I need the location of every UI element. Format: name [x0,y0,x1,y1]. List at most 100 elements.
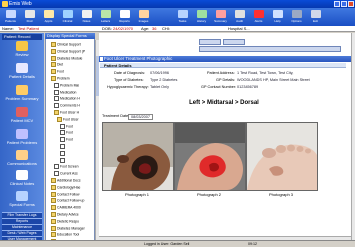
address-value: 1 Test Road, Test Town, Test City, [237,71,294,75]
tree-item[interactable]: Dietetic Respo [46,218,79,224]
tree-item[interactable]: Problem [46,76,70,81]
tree-item[interactable]: Contact Follow-up [46,198,84,204]
tree-item[interactable]: Comments H [46,103,80,109]
patient-mcv-icon [16,107,28,117]
nav-item-patient-problems[interactable]: Patient Problems [2,129,42,145]
nav-item-label: Patient Problems [6,140,38,145]
nav-item-special-forms[interactable]: Special Forms [2,191,42,207]
tree-item-label: Clinical Support [57,42,81,47]
review-icon [16,41,28,51]
nav-item-label: Patient MCV [10,118,34,123]
status-time: 09:12 [248,242,257,246]
toolbar-button-label: Letters [100,19,111,23]
tree-item[interactable]: Problem Mai [46,82,80,88]
tree-item[interactable] [46,144,66,149]
toolbar-button-label: History [196,19,207,23]
tree-item[interactable]: Foot Ulcer [46,116,79,122]
tree-item[interactable]: Medication [46,89,76,95]
tree-item[interactable]: Cardiology/Hae [46,184,80,190]
tree-item[interactable] [46,157,66,163]
folder-icon [51,205,56,211]
tree-item[interactable]: Foot [46,130,73,136]
summary-icon [215,10,226,18]
patient-name-label: Name: [2,26,14,31]
nav-item-clinical-notes[interactable]: Clinical Notes [2,170,42,186]
tree-item-label: Problem [57,76,70,81]
hospital-label: Hospital S... [228,26,250,31]
toolbar-reports-button[interactable]: Reports [116,9,133,25]
folder-icon [51,198,56,204]
form-field[interactable] [199,46,341,52]
document-icon [60,123,65,129]
tree-item[interactable]: Diet [46,62,63,68]
nav-item-review[interactable]: Review [2,41,42,57]
patient-record-header[interactable]: Patient Record [2,34,42,40]
folder-icon [51,48,56,54]
tree-item[interactable]: Contact Follow [46,191,80,197]
toolbar-images-button[interactable]: Images [135,9,152,25]
folder-icon [51,69,56,75]
tree-item[interactable]: Dietary Advice [46,212,79,217]
toolbar-history-button[interactable]: History [193,9,210,25]
nav-item-communications[interactable]: Communications [2,150,42,166]
photograph-2[interactable] [174,122,246,191]
nav-item-patient-details[interactable]: Patient Details [2,63,42,79]
tree-item[interactable]: Medication H [46,96,80,102]
toolbar-tasks-button[interactable]: Tasks [174,9,191,25]
folder-icon [51,218,56,224]
content-vertical-scrollbar[interactable] [351,33,355,240]
tree-item-label: CAIMERA 4000 [57,205,81,210]
nav-item-problem-summary[interactable]: Problem Summary [2,85,42,101]
tree-item[interactable]: Diabetes Manager [46,225,85,231]
tree-item[interactable]: Clinical Support [46,42,81,47]
tree-item[interactable]: Diabetes Module [46,55,82,61]
form-button[interactable] [223,39,245,45]
toolbar-patients-button[interactable]: Patients [2,9,19,25]
toolbar-options-button[interactable]: Options [288,9,305,25]
tree-item[interactable] [46,150,66,156]
toolbar-button-label: Images [138,19,149,23]
toolbar-button-label: Reports [119,19,130,23]
tree-item-label: Problem Mai [60,83,80,88]
clinical-icon [62,10,73,18]
problem-summary-icon [16,85,28,95]
photograph-1[interactable] [102,122,174,191]
tree-item[interactable]: Foot [46,137,73,143]
photograph-2-label: Photograph 2 [196,192,222,197]
toolbar-audit-button[interactable]: Audit [231,9,248,25]
exit-icon [310,10,321,18]
toolbar-help-button[interactable]: Help [269,9,286,25]
tree-item[interactable]: Foot [46,69,64,75]
tree-item[interactable]: CAIMERA 4000 [46,205,81,211]
minimize-icon[interactable] [334,1,340,7]
treatment-date-value[interactable]: 08/03/2007 [128,114,154,120]
document-icon [60,137,65,143]
photograph-3[interactable] [246,122,318,191]
toolbar-summary-button[interactable]: Summary [212,9,229,25]
toolbar-find-button[interactable]: Find [21,9,38,25]
nav-item-label: Patient Details [9,74,35,79]
toolbar-appointments-button[interactable]: Appts [40,9,57,25]
toolbar-button-label: Patients [5,19,16,23]
tree-item[interactable]: Additional Docs [46,178,81,183]
tree-item[interactable]: Foot [46,123,73,129]
close-icon[interactable] [348,1,354,7]
form-button[interactable] [199,39,221,45]
tree-item[interactable]: Current Ass [46,171,78,177]
toolbar-clinical-button[interactable]: Clinical [59,9,76,25]
toolbar-letters-button[interactable]: Letters [97,9,114,25]
foot-ulcer-photo-1 [103,123,173,190]
folder-icon [54,110,59,115]
diabetes-type-value: Type 2 Diabetes [150,78,178,82]
therapy-value: Tablet Only [150,85,169,89]
tree-item-label: Contact Follow [57,191,80,196]
tree-item[interactable]: Education Tool [46,232,79,238]
nav-item-patient-mcv[interactable]: Patient MCV [2,107,42,123]
toolbar-notes-button[interactable]: Notes [78,9,95,25]
maximize-icon[interactable] [341,1,347,7]
toolbar-exit-button[interactable]: Exit [307,9,324,25]
toolbar-alerts-button[interactable]: Alerts [250,9,267,25]
tree-item[interactable]: Foot Screen [46,164,78,170]
tree-item[interactable]: Foot Ulcer H [46,110,79,115]
tree-item[interactable]: Clinical Support (P [46,48,85,54]
